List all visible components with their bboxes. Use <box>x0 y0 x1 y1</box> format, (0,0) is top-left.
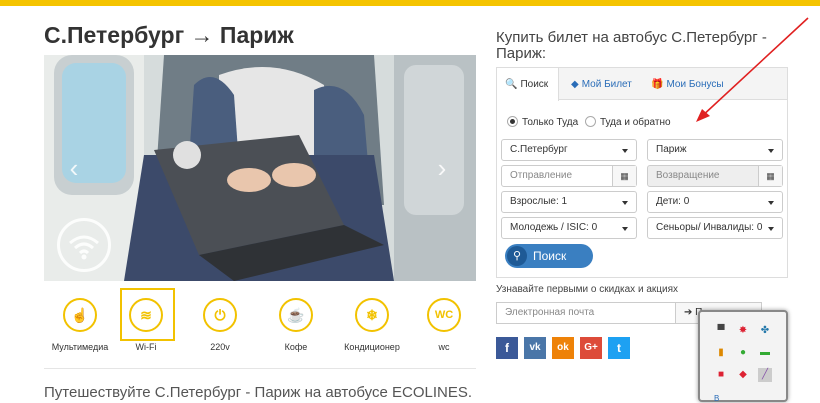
radio-label: Только Туда <box>522 117 579 128</box>
return-date-field[interactable]: Возвращение ▦ <box>647 165 783 187</box>
to-select[interactable]: Париж <box>647 139 783 161</box>
booking-panel: 🔍 Поиск ◆ Мой Билет 🎁 Мои Бонусы Только Туд… <box>496 67 788 278</box>
vk-icon[interactable]: vk <box>524 337 546 359</box>
booking-tabs: 🔍 Поиск ◆ Мой Билет 🎁 Мои Бонусы <box>497 68 787 101</box>
tab-my-ticket[interactable]: ◆ Мой Билет <box>563 68 640 101</box>
tab-label: Мой Билет <box>581 79 632 90</box>
google-plus-icon[interactable]: G+ <box>580 337 602 359</box>
radio-label: Туда и обратно <box>599 117 671 128</box>
amenity-label: Мультимедиа <box>51 342 109 352</box>
amenity-wc: WC wc <box>408 290 480 352</box>
chevron-down-icon <box>622 149 628 153</box>
departure-placeholder: Отправление <box>510 170 573 181</box>
bar-chart-icon[interactable]: ▮ <box>714 346 728 360</box>
twitter-icon[interactable]: t <box>608 337 630 359</box>
tab-my-bonuses[interactable]: 🎁 Мои Бонусы <box>643 68 732 101</box>
booking-title: Купить билет на автобус С.Петербург - Па… <box>496 29 767 62</box>
pen-icon[interactable]: ╱ <box>758 368 772 382</box>
children-select[interactable]: Дети: 0 <box>647 191 783 213</box>
gift-icon: 🎁 <box>651 79 664 90</box>
tab-search[interactable]: 🔍 Поиск <box>497 68 559 101</box>
shield-icon[interactable]: ◆ <box>736 368 750 382</box>
search-button[interactable]: ⚲ Поиск <box>505 244 593 268</box>
radio-round-trip[interactable]: Туда и обратно <box>584 116 671 128</box>
odnoklassniki-icon[interactable]: ok <box>552 337 574 359</box>
from-select[interactable]: С.Петербург <box>501 139 637 161</box>
circle-arrow-icon: ➔ <box>684 307 696 318</box>
red-logo-icon[interactable]: ✸ <box>736 324 750 338</box>
carousel-next-button[interactable]: › <box>432 153 452 183</box>
radio-dot[interactable] <box>507 116 518 127</box>
chevron-down-icon <box>768 149 774 153</box>
carousel-prev-button[interactable]: ‹ <box>64 153 84 183</box>
page-title: С.Петербург → Париж <box>44 22 294 48</box>
coffee-cup-icon: ☕ <box>279 298 313 332</box>
ticket-icon: ◆ <box>571 79 579 90</box>
camera-icon[interactable]: ■ <box>714 368 728 382</box>
wc-icon: WC <box>427 298 461 332</box>
calendar-icon[interactable]: ▦ <box>758 166 782 186</box>
adults-value: Взрослые: 1 <box>510 196 568 207</box>
email-input[interactable]: Электронная почта <box>496 302 676 324</box>
chat-icon[interactable]: ▬ <box>758 346 772 360</box>
radio-dot[interactable] <box>584 116 596 127</box>
search-icon: ⚲ <box>507 246 527 266</box>
tab-label: Поиск <box>520 79 549 90</box>
snowflake-icon: ❄ <box>355 298 389 332</box>
route-description: Путешествуйте С.Петербург - Париж на авт… <box>44 384 473 401</box>
monitor-icon[interactable]: ▀ <box>714 324 728 338</box>
chevron-down-icon <box>622 201 628 205</box>
search-icon: 🔍 <box>505 79 518 90</box>
chevron-down-icon <box>768 201 774 205</box>
section-divider <box>44 368 476 369</box>
amenity-coffee: ☕ Кофе <box>260 290 332 352</box>
green-logo-icon[interactable]: ● <box>736 346 750 360</box>
newsletter-label: Узнавайте первыми о скидках и акциях <box>496 284 678 295</box>
amenity-label: Wi-Fi <box>135 342 157 352</box>
puzzle-icon[interactable]: ✤ <box>758 324 772 338</box>
amenity-label: Кондиционер <box>344 342 400 352</box>
selected-amenity-frame <box>120 288 175 341</box>
seniors-value: Сеньоры/ Инвалиды: 0 <box>656 222 763 233</box>
chevron-down-icon <box>622 227 628 231</box>
chevron-down-icon <box>768 227 774 231</box>
youth-select[interactable]: Молодежь / ISIC: 0 <box>501 217 637 239</box>
from-value: С.Петербург <box>510 144 568 155</box>
departure-date-field[interactable]: Отправление ▦ <box>501 165 637 187</box>
youth-value: Молодежь / ISIC: 0 <box>510 222 598 233</box>
amenities-list: ☝ Мультимедиа ≋ Wi-Fi ⏻ 220v ☕ Кофе ❄ Ко… <box>44 288 476 360</box>
radio-one-way[interactable]: Только Туда <box>507 116 578 128</box>
to-value: Париж <box>656 144 687 155</box>
amenity-220v: ⏻ 220v <box>184 290 256 352</box>
search-button-label: Поиск <box>533 249 567 263</box>
facebook-icon[interactable]: f <box>496 337 518 359</box>
amenity-wifi: ≋ Wi-Fi <box>110 288 182 352</box>
children-value: Дети: 0 <box>656 196 690 207</box>
wifi-icon <box>57 218 111 272</box>
amenity-label: wc <box>438 342 450 352</box>
calendar-icon[interactable]: ▦ <box>612 166 636 186</box>
extension-popup: ▀ ✸ ✤ ▮ ● ▬ ■ ◆ ╱ В <box>698 310 788 403</box>
return-placeholder: Возвращение <box>656 170 720 181</box>
amenity-air-conditioning: ❄ Кондиционер <box>336 290 408 352</box>
tab-label: Мои Бонусы <box>666 79 724 90</box>
adults-select[interactable]: Взрослые: 1 <box>501 191 637 213</box>
amenity-label: 220v <box>210 342 230 352</box>
hand-pointer-icon: ☝ <box>63 298 97 332</box>
amenity-multimedia: ☝ Мультимедиа <box>44 290 116 352</box>
seniors-select[interactable]: Сеньоры/ Инвалиды: 0 <box>647 217 783 239</box>
top-accent-bar <box>0 0 820 6</box>
plug-icon: ⏻ <box>203 298 237 332</box>
trip-type-radios: Только Туда Туда и обратно <box>507 116 675 128</box>
amenity-label: Кофе <box>284 342 308 352</box>
